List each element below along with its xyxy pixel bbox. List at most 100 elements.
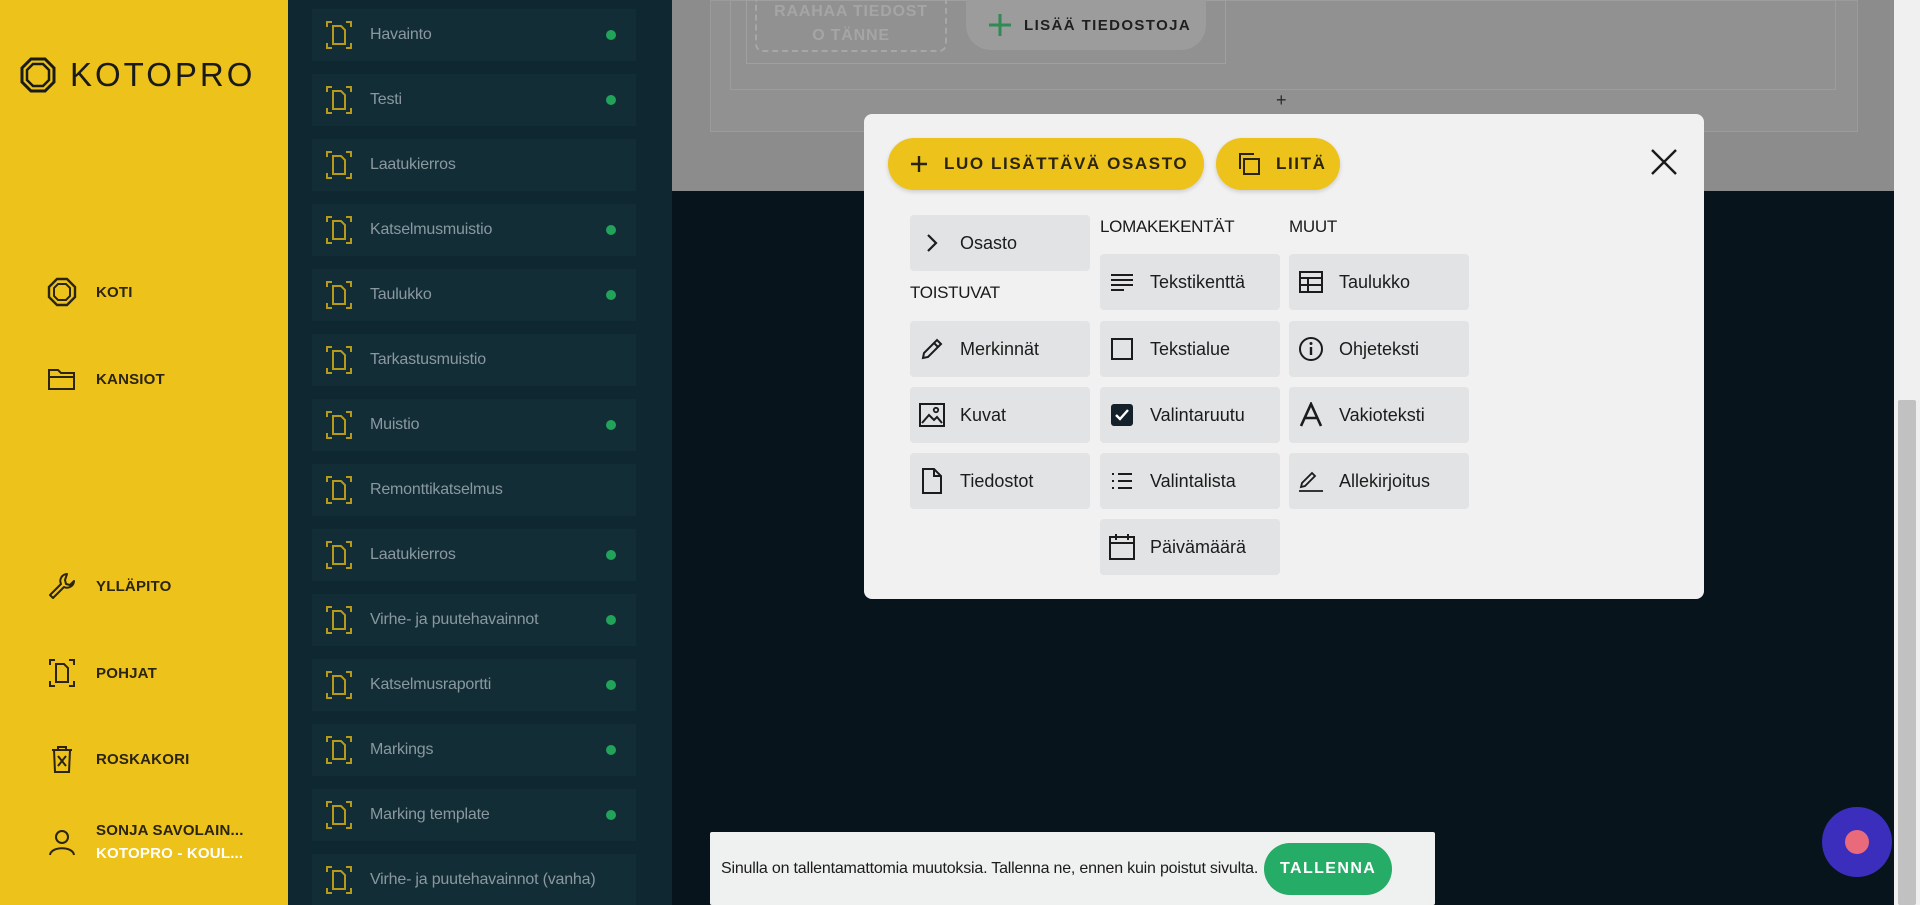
chat-icon [1845, 830, 1869, 854]
template-icon [326, 86, 352, 114]
option-signature[interactable]: Allekirjoitus [1289, 453, 1469, 509]
other-column-title: MUUT [1289, 217, 1337, 236]
template-icon [326, 216, 352, 244]
template-list-item[interactable]: Laatukierros [312, 529, 636, 581]
template-list-item[interactable]: Markings [312, 724, 636, 776]
user-text: SONJA SAVOLAIN... KOTOPRO - KOUL... [96, 822, 244, 862]
create-section-button[interactable]: LUO LISÄTTÄVÄ OSASTO [888, 138, 1204, 190]
option-files[interactable]: Tiedostot [910, 453, 1090, 509]
status-dot [606, 615, 616, 625]
template-icon [46, 657, 78, 689]
template-list-item-label: Remonttikatselmus [370, 481, 503, 498]
option-static-text[interactable]: Vakioteksti [1289, 387, 1469, 443]
status-dot [606, 30, 616, 40]
template-list-item[interactable]: Virhe- ja puutehavainnot [312, 594, 636, 646]
chat-launcher-button[interactable] [1822, 807, 1892, 877]
add-element-dialog: LUO LISÄTTÄVÄ OSASTO LIITÄ Osasto TOISTU… [864, 114, 1704, 599]
template-icon [326, 541, 352, 569]
option-images[interactable]: Kuvat [910, 387, 1090, 443]
add-files-button[interactable]: LISÄÄ TIEDOSTOJA [966, 0, 1206, 50]
template-icon [326, 411, 352, 439]
nav-maintenance[interactable]: YLLÄPITO [46, 570, 172, 602]
template-list-item-label: Virhe- ja puutehavainnot (vanha) [370, 871, 596, 888]
option-static-text-label: Vakioteksti [1339, 404, 1425, 425]
status-dot [606, 95, 616, 105]
option-section-label: Osasto [960, 232, 1018, 253]
close-icon[interactable] [1648, 146, 1680, 178]
template-list-item[interactable]: Tarkastusmuistio [312, 334, 636, 386]
template-list-item[interactable]: Havainto [312, 9, 636, 61]
add-section-button[interactable]: + [1276, 90, 1287, 111]
template-icon [326, 21, 352, 49]
chevron-right-icon [918, 229, 946, 257]
option-table-label: Taulukko [1339, 271, 1411, 292]
status-dot [606, 420, 616, 430]
option-markings[interactable]: Merkinnät [910, 321, 1090, 377]
nav-templates[interactable]: POHJAT [46, 657, 157, 689]
save-button[interactable]: TALLENNA [1264, 842, 1393, 895]
create-section-label: LUO LISÄTTÄVÄ OSASTO [944, 154, 1189, 173]
option-markings-label: Merkinnät [960, 338, 1040, 359]
status-dot [606, 290, 616, 300]
status-dot [606, 680, 616, 690]
option-text-area[interactable]: Tekstialue [1100, 321, 1280, 377]
list-icon [1108, 467, 1136, 495]
nav-maintenance-label: YLLÄPITO [96, 577, 172, 595]
app-logo[interactable]: KOTOPRO [20, 56, 255, 94]
option-signature-label: Allekirjoitus [1339, 470, 1431, 491]
option-text-field-label: Tekstikenttä [1150, 271, 1246, 292]
trash-icon [46, 743, 78, 775]
template-list-item[interactable]: Muistio [312, 399, 636, 451]
user-profile[interactable]: SONJA SAVOLAIN... KOTOPRO - KOUL... [46, 822, 244, 862]
option-text-field[interactable]: Tekstikenttä [1100, 254, 1280, 310]
table-icon [1297, 268, 1325, 296]
template-list-item-label: Muistio [370, 416, 420, 433]
template-list-item-label: Katselmusmuistio [370, 221, 493, 238]
form-fields-column-title: LOMAKEKENTÄT [1100, 217, 1235, 236]
template-list: Havainto Testi Laatukierros Katselmusmuisti… [288, 0, 672, 905]
checkbox-checked-icon [1108, 401, 1136, 429]
template-icon [326, 281, 352, 309]
dropzone-line-1: RAAHAA TIEDOST [774, 3, 928, 20]
page-scrollbar-thumb[interactable] [1898, 400, 1916, 905]
nav-home-label: KOTI [96, 283, 133, 301]
option-select-list[interactable]: Valintalista [1100, 453, 1280, 509]
option-date[interactable]: Päivämäärä [1100, 519, 1280, 575]
option-files-label: Tiedostot [960, 470, 1034, 491]
kotopro-logo-icon [20, 57, 56, 93]
plus-icon [989, 14, 1011, 36]
nav-home[interactable]: KOTI [46, 276, 133, 308]
option-text-area-label: Tekstialue [1150, 338, 1231, 359]
template-icon [326, 346, 352, 374]
file-dropzone[interactable]: RAAHAA TIEDOST O TÄNNE [755, 0, 947, 52]
status-dot [606, 745, 616, 755]
template-list-item[interactable]: Katselmusraportti [312, 659, 636, 711]
font-letter-icon [1297, 401, 1325, 429]
nav-folders-label: KANSIOT [96, 370, 165, 388]
template-list-item[interactable]: Testi [312, 74, 636, 126]
template-list-item[interactable]: Marking template [312, 789, 636, 841]
template-list-item[interactable]: Laatukierros [312, 139, 636, 191]
folder-icon [46, 363, 78, 395]
option-checkbox[interactable]: Valintaruutu [1100, 387, 1280, 443]
user-name: SONJA SAVOLAIN... [96, 822, 244, 839]
template-icon [326, 476, 352, 504]
template-list-item[interactable]: Remonttikatselmus [312, 464, 636, 516]
option-checkbox-label: Valintaruutu [1150, 404, 1245, 425]
status-dot [606, 810, 616, 820]
option-section[interactable]: Osasto [910, 215, 1090, 271]
nav-folders[interactable]: KANSIOT [46, 363, 165, 395]
text-lines-icon [1108, 268, 1136, 296]
option-help-text[interactable]: Ohjeteksti [1289, 321, 1469, 377]
template-list-item[interactable]: Taulukko [312, 269, 636, 321]
option-select-list-label: Valintalista [1150, 470, 1236, 491]
template-list-item[interactable]: Virhe- ja puutehavainnot (vanha) [312, 854, 636, 905]
paste-button[interactable]: LIITÄ [1216, 138, 1340, 190]
template-list-item[interactable]: Katselmusmuistio [312, 204, 636, 256]
pencil-icon [918, 335, 946, 363]
unsaved-changes-message: Sinulla on tallentamattomia muutoksia. T… [721, 859, 1259, 877]
nav-trash[interactable]: ROSKAKORI [46, 743, 189, 775]
template-list-item-label: Laatukierros [370, 546, 456, 563]
unsaved-changes-bar: Sinulla on tallentamattomia muutoksia. T… [710, 832, 1435, 905]
option-table[interactable]: Taulukko [1289, 254, 1469, 310]
